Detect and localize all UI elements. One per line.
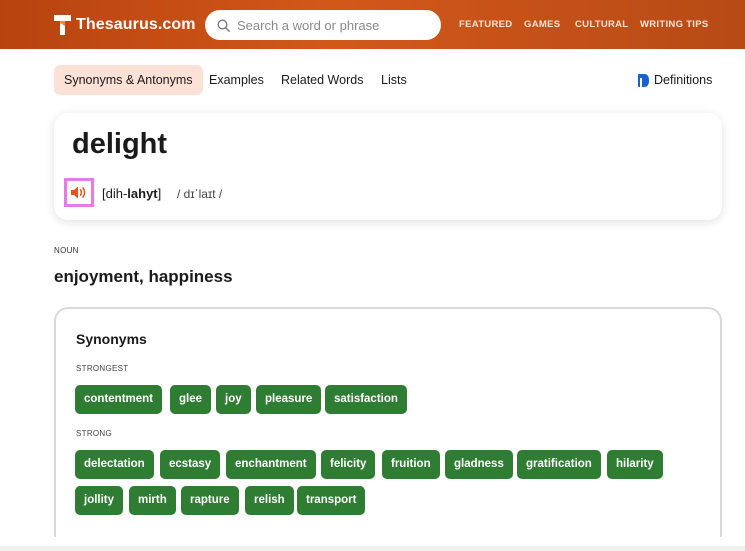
synonym-chip[interactable]: ecstasy bbox=[160, 450, 221, 479]
synonyms-title: Synonyms bbox=[76, 331, 147, 347]
pronunciation-audio-button[interactable] bbox=[64, 178, 94, 207]
phonetic-spelling: [dih-lahyt] bbox=[102, 186, 161, 201]
synonym-chip[interactable]: satisfaction bbox=[325, 385, 407, 414]
synonym-chip[interactable]: felicity bbox=[321, 450, 376, 479]
synonym-chip[interactable]: mirth bbox=[129, 486, 176, 515]
part-of-speech: NOUN bbox=[54, 246, 79, 255]
nav-writing-tips[interactable]: WRITING TIPS bbox=[640, 19, 709, 30]
tab-examples[interactable]: Examples bbox=[209, 65, 264, 95]
nav-cultural[interactable]: CULTURAL bbox=[575, 19, 628, 30]
site-header: Thesaurus.com FEATURED GAMES CULTURAL WR… bbox=[0, 0, 745, 49]
strong-label: STRONG bbox=[76, 429, 113, 438]
tab-synonyms-antonyms[interactable]: Synonyms & Antonyms bbox=[54, 65, 203, 95]
logo-mark-icon bbox=[54, 15, 71, 35]
headword: delight bbox=[72, 128, 168, 160]
pron-open: [dih- bbox=[102, 186, 128, 201]
synonym-chip[interactable]: pleasure bbox=[256, 385, 322, 414]
speaker-icon bbox=[70, 186, 85, 199]
nav-featured[interactable]: FEATURED bbox=[459, 19, 512, 30]
synonym-chip[interactable]: fruition bbox=[382, 450, 440, 479]
bottom-divider bbox=[0, 546, 745, 551]
synonym-chip[interactable]: contentment bbox=[75, 385, 162, 414]
tab-lists[interactable]: Lists bbox=[381, 65, 407, 95]
nav-games[interactable]: GAMES bbox=[524, 19, 560, 30]
word-card: delight [dih-lahyt] / dɪˈlaɪt / bbox=[54, 113, 722, 220]
ipa-transcription: / dɪˈlaɪt / bbox=[177, 187, 223, 201]
tab-related-words[interactable]: Related Words bbox=[281, 65, 363, 95]
synonym-chip[interactable]: glee bbox=[170, 385, 212, 414]
synonym-chip[interactable]: enchantment bbox=[226, 450, 316, 479]
pron-close: ] bbox=[157, 186, 162, 201]
search-box[interactable] bbox=[205, 10, 441, 40]
synonym-chip[interactable]: rapture bbox=[181, 486, 239, 515]
synonym-chip[interactable]: jollity bbox=[75, 486, 124, 515]
synonym-chip[interactable]: hilarity bbox=[607, 450, 663, 479]
dictionary-logo-icon bbox=[638, 73, 649, 87]
synonym-chip[interactable]: gratification bbox=[517, 450, 601, 479]
synonym-chip[interactable]: transport bbox=[297, 486, 366, 515]
logo-text: Thesaurus.com bbox=[76, 16, 196, 33]
thesaurus-logo[interactable]: Thesaurus.com bbox=[54, 13, 196, 37]
search-icon bbox=[217, 19, 230, 32]
search-input[interactable] bbox=[237, 17, 427, 33]
strongest-label: STRONGEST bbox=[76, 364, 129, 373]
pron-stressed: lahyt bbox=[127, 186, 158, 201]
definitions-link[interactable]: Definitions bbox=[638, 65, 712, 95]
synonym-chip[interactable]: delectation bbox=[75, 450, 154, 479]
sense-gloss: enjoyment, happiness bbox=[54, 267, 233, 286]
synonyms-card: Synonyms STRONGEST contentment glee joy … bbox=[54, 307, 722, 537]
synonym-chip[interactable]: gladness bbox=[445, 450, 513, 479]
definitions-label: Definitions bbox=[654, 73, 713, 87]
synonym-chip[interactable]: relish bbox=[245, 486, 294, 515]
synonym-chip[interactable]: joy bbox=[216, 385, 251, 414]
